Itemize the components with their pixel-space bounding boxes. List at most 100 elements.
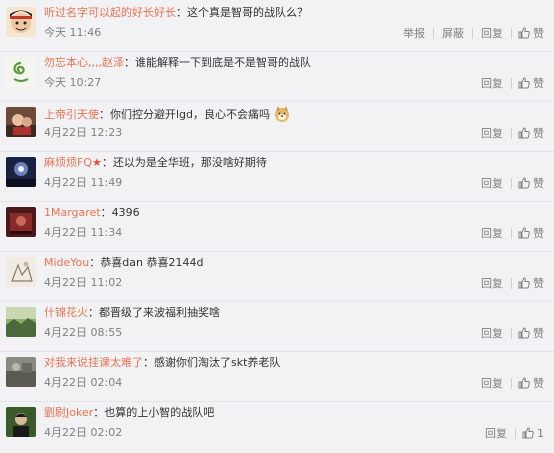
timestamp: 4月22日 08:55 <box>44 326 123 339</box>
comment-actions: 回复 赞 <box>479 275 544 291</box>
thumbs-up-icon <box>518 227 530 239</box>
divider <box>511 127 512 139</box>
divider <box>511 27 512 39</box>
thumbs-up-icon <box>518 27 530 39</box>
avatar[interactable] <box>6 57 36 87</box>
like-button[interactable]: 1 <box>522 427 544 440</box>
like-label: 赞 <box>533 377 544 390</box>
avatar[interactable] <box>6 7 36 37</box>
comment-text: 谁能解释一下到底是不是智哥的战队 <box>135 56 311 69</box>
thumbs-up-icon <box>518 327 530 339</box>
like-button[interactable]: 赞 <box>518 225 544 241</box>
reply-button[interactable]: 回复 <box>479 325 505 341</box>
username-link[interactable]: 勿忘本心,,,,赵泽 <box>44 56 124 69</box>
divider <box>472 27 473 39</box>
avatar[interactable] <box>6 407 36 437</box>
comment-item: 麻烦烦FQ★：还以为是全华班，那没啥好期待 4月22日 11:49 回复 赞 <box>0 150 554 202</box>
report-button[interactable]: 举报 <box>401 25 427 41</box>
comment-line: 对我来说挂课太难了：感谢你们淘汰了skt养老队 <box>44 356 281 369</box>
avatar[interactable] <box>6 157 36 187</box>
comment-item: 1Margaret：4396 4月22日 11:34 回复 赞 <box>0 200 554 252</box>
username-link[interactable]: 麻烦烦FQ <box>44 156 92 169</box>
comment-line: 勿忘本心,,,,赵泽：谁能解释一下到底是不是智哥的战队 <box>44 56 311 69</box>
avatar[interactable] <box>6 357 36 387</box>
comment-text: 都晋级了来波福利抽奖啥 <box>99 306 220 319</box>
comment-actions: 回复 赞 <box>479 225 544 241</box>
block-button[interactable]: 屏蔽 <box>440 25 466 41</box>
comment-actions: 回复 赞 <box>479 125 544 141</box>
like-button[interactable]: 赞 <box>518 375 544 391</box>
divider <box>511 327 512 339</box>
like-label: 赞 <box>533 77 544 90</box>
comment-line: 听过名字可以起的好长好长：这个真是智哥的战队么？ <box>44 6 308 19</box>
thumbs-up-icon <box>518 177 530 189</box>
reply-button[interactable]: 回复 <box>479 25 505 41</box>
username-link[interactable]: 对我来说挂课太难了 <box>44 356 143 369</box>
avatar[interactable] <box>6 207 36 237</box>
like-label: 赞 <box>533 27 544 40</box>
divider <box>511 177 512 189</box>
comment-item: 勿忘本心,,,,赵泽：谁能解释一下到底是不是智哥的战队 今天 10:27 回复 … <box>0 50 554 102</box>
doge-emoji-icon <box>274 106 289 122</box>
comment-item: 什锦花火：都晋级了来波福利抽奖啥 4月22日 08:55 回复 赞 <box>0 300 554 352</box>
reply-button[interactable]: 回复 <box>479 75 505 91</box>
member-badge-icon: ★ <box>92 156 102 169</box>
username-link[interactable]: 1Margaret <box>44 206 101 219</box>
username-link[interactable]: 什锦花火 <box>44 306 88 319</box>
divider <box>511 77 512 89</box>
divider <box>511 377 512 389</box>
comment-line: MideYou：恭喜dan 恭喜2144d <box>44 256 204 269</box>
comment-item: 上帝引天使：你们控分避开lgd，良心不会痛吗 4月22日 12:23 回复 赞 <box>0 100 554 152</box>
like-button[interactable]: 赞 <box>518 175 544 191</box>
like-button[interactable]: 赞 <box>518 125 544 141</box>
username-link[interactable]: 上帝引天使 <box>44 108 99 121</box>
comment-text: 4396 <box>111 206 140 219</box>
like-count: 1 <box>537 426 544 440</box>
thumbs-up-icon <box>518 77 530 89</box>
like-label: 赞 <box>533 177 544 190</box>
avatar[interactable] <box>6 257 36 287</box>
username-link[interactable]: 劉尉Joker <box>44 406 93 419</box>
reply-button[interactable]: 回复 <box>479 125 505 141</box>
comment-text: 也算的上小智的战队吧 <box>104 406 215 419</box>
comment-actions: 回复 赞 <box>479 325 544 341</box>
comment-line: 1Margaret：4396 <box>44 206 140 219</box>
like-button[interactable]: 赞 <box>518 275 544 291</box>
divider <box>511 277 512 289</box>
comment-actions: 回复 赞 <box>479 75 544 91</box>
timestamp: 今天 11:46 <box>44 26 102 39</box>
comment-item: 听过名字可以起的好长好长：这个真是智哥的战队么？ 今天 11:46 举报 屏蔽 … <box>0 0 554 52</box>
comment-item: 对我来说挂课太难了：感谢你们淘汰了skt养老队 4月22日 02:04 回复 赞 <box>0 350 554 402</box>
comment-list: 听过名字可以起的好长好长：这个真是智哥的战队么？ 今天 11:46 举报 屏蔽 … <box>0 0 554 453</box>
divider <box>515 427 516 439</box>
timestamp: 4月22日 02:02 <box>44 426 123 439</box>
reply-button[interactable]: 回复 <box>479 225 505 241</box>
comment-line: 麻烦烦FQ★：还以为是全华班，那没啥好期待 <box>44 156 267 169</box>
like-label: 赞 <box>533 277 544 290</box>
avatar[interactable] <box>6 307 36 337</box>
like-label: 赞 <box>533 127 544 140</box>
reply-button[interactable]: 回复 <box>479 375 505 391</box>
thumbs-up-icon <box>518 277 530 289</box>
comment-text: 你们控分避开lgd，良心不会痛吗 <box>110 108 271 121</box>
comment-text: 感谢你们淘汰了skt养老队 <box>154 356 281 369</box>
reply-button[interactable]: 回复 <box>483 425 509 441</box>
reply-button[interactable]: 回复 <box>479 275 505 291</box>
username-link[interactable]: MideYou <box>44 256 89 269</box>
comment-actions: 回复 1 <box>483 425 544 441</box>
thumbs-up-icon <box>518 377 530 389</box>
reply-button[interactable]: 回复 <box>479 175 505 191</box>
comment-line: 劉尉Joker：也算的上小智的战队吧 <box>44 406 215 419</box>
thumbs-up-icon <box>522 427 534 439</box>
like-button[interactable]: 赞 <box>518 75 544 91</box>
comment-actions: 回复 赞 <box>479 375 544 391</box>
comment-text: 恭喜dan 恭喜2144d <box>100 256 204 269</box>
like-button[interactable]: 赞 <box>518 325 544 341</box>
like-button[interactable]: 赞 <box>518 25 544 41</box>
timestamp: 今天 10:27 <box>44 76 102 89</box>
thumbs-up-icon <box>518 127 530 139</box>
username-link[interactable]: 听过名字可以起的好长好长 <box>44 6 176 19</box>
timestamp: 4月22日 02:04 <box>44 376 123 389</box>
avatar[interactable] <box>6 107 36 137</box>
comment-text: 这个真是智哥的战队么？ <box>187 6 308 19</box>
